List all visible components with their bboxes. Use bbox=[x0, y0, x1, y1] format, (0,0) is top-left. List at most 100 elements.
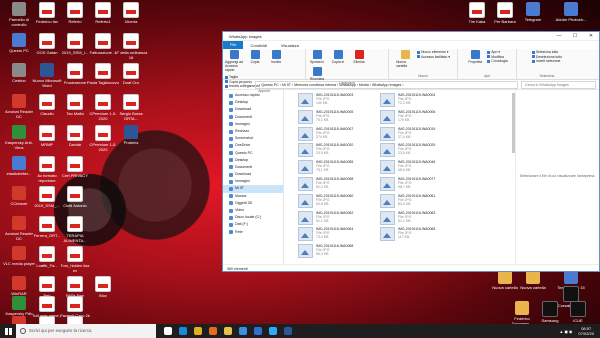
close-button[interactable]: ✕ bbox=[583, 33, 599, 39]
paste-button[interactable]: Incolla bbox=[267, 50, 285, 64]
start-button[interactable] bbox=[0, 324, 16, 338]
copy-button[interactable]: Copia bbox=[246, 50, 264, 64]
nav-item[interactable]: Rete bbox=[223, 229, 283, 236]
desktop-icon[interactable]: iCUE bbox=[561, 301, 595, 323]
nav-item[interactable]: Documenti bbox=[223, 114, 283, 121]
nav-item[interactable]: Immagini bbox=[223, 178, 283, 185]
nav-item[interactable]: Download bbox=[223, 171, 283, 178]
file-item[interactable]: IMG-20191116-WA0062 File JPG 51,1 KB bbox=[298, 210, 376, 228]
desktop-icon[interactable]: Tom_hidden liaz ex bbox=[58, 246, 92, 273]
file-item[interactable]: IMG-20191116-WA0061 File JPG 83,5 KB bbox=[380, 193, 458, 211]
desktop-icon[interactable]: Sergio Borsa ORTA... bbox=[114, 94, 148, 121]
desktop-icon[interactable]: Cert PRIVACY bbox=[58, 156, 92, 178]
maximize-button[interactable]: ☐ bbox=[567, 33, 583, 39]
nav-item[interactable]: Oggetti 3D bbox=[223, 200, 283, 207]
desktop-icon[interactable]: Doaf Oro bbox=[114, 63, 148, 85]
nav-item[interactable]: Dati (F:) bbox=[223, 221, 283, 228]
desktop-icon[interactable]: Blox bbox=[86, 276, 120, 298]
copy-to-button[interactable]: Copia in bbox=[329, 50, 347, 64]
file-item[interactable]: IMG-20191115-WA0020 File JPG 23,5 KB bbox=[298, 143, 376, 160]
nav-item[interactable]: Rechazo bbox=[223, 128, 283, 135]
easy-access-button[interactable]: Accesso facilitato ▾ bbox=[417, 55, 450, 60]
file-item[interactable]: IMG-20191115-WA0007 File JPG 274 KB bbox=[298, 126, 376, 144]
clock[interactable]: 08:57 07/02/20 bbox=[578, 326, 594, 336]
file-item[interactable]: IMG-20191116-WA0068 File JPG 56,9 KB bbox=[298, 244, 376, 261]
file-item[interactable]: IMG-20191115-WA0060 File JPG 63,6 KB bbox=[298, 193, 376, 211]
desktop-icon[interactable]: TERAPIA ALIMENTA... bbox=[58, 216, 92, 243]
pdf-file-icon bbox=[39, 296, 55, 312]
pin-quick-access-button[interactable]: Aggiungi ad Accesso rapido bbox=[225, 50, 243, 72]
desktop-icon[interactable]: Proteins bbox=[114, 125, 148, 145]
firefox-icon[interactable] bbox=[209, 327, 217, 335]
nav-item[interactable]: Disco locale (C:) bbox=[223, 214, 283, 221]
address-bar[interactable]: › Questo PC › Mi 9T › Memoria condivisa … bbox=[255, 80, 518, 89]
nav-item[interactable]: Download bbox=[223, 106, 283, 113]
nav-item-icon bbox=[229, 107, 233, 112]
nav-item[interactable]: Accesso rapido bbox=[223, 92, 283, 99]
file-item[interactable]: IMG-20191115-WA0077 File JPG 98,7 KB bbox=[380, 176, 458, 194]
chrome-icon[interactable] bbox=[194, 327, 202, 335]
pdf-file-icon bbox=[39, 246, 55, 262]
delete-button[interactable]: Elimina bbox=[350, 50, 368, 64]
file-item[interactable]: IMG-20191115-WA0058 File JPG 81,2 KB bbox=[298, 176, 376, 194]
taskbar-search[interactable]: Scrivi qui per eseguire la ricerca bbox=[16, 324, 156, 338]
nav-item[interactable]: Immagini bbox=[223, 121, 283, 128]
file-item[interactable]: IMG-20191115-WA0003 File JPG 140 KB bbox=[298, 93, 376, 110]
nav-item-label: Questo PC bbox=[235, 150, 253, 155]
nav-item[interactable]: OneDrive bbox=[223, 142, 283, 149]
minimize-button[interactable]: — bbox=[551, 33, 567, 39]
file-item[interactable]: IMG-20191115-WA0029 File JPG 23,5 KB bbox=[380, 143, 458, 160]
properties-button[interactable]: Proprietà bbox=[466, 50, 484, 64]
file-item[interactable]: IMG-20191116-WA0064 File JPG 73,4 KB bbox=[298, 227, 376, 244]
word-icon[interactable] bbox=[284, 327, 292, 335]
desktop-icon[interactable]: Pazienti Cacc 2k bbox=[58, 296, 92, 318]
app-icon bbox=[12, 276, 26, 290]
nav-item[interactable]: Mi 9T bbox=[223, 185, 283, 193]
mail-icon[interactable] bbox=[254, 327, 262, 335]
nav-item[interactable]: Desktop bbox=[223, 99, 283, 106]
desktop-icon[interactable]: Ciotti Antonio bbox=[58, 186, 92, 208]
file-item[interactable]: IMG-20191115-WA0005 File JPG 75,1 KB bbox=[298, 109, 376, 127]
tab-file[interactable]: File bbox=[223, 41, 244, 49]
app-icon bbox=[12, 125, 26, 139]
nav-item[interactable]: Screenshot bbox=[223, 135, 283, 142]
pdf-file-icon bbox=[67, 2, 83, 18]
photoshop-icon[interactable] bbox=[269, 327, 277, 335]
rename-button[interactable]: Rinomina bbox=[308, 67, 326, 81]
store-icon[interactable] bbox=[239, 327, 247, 335]
nav-arrows[interactable]: ← → ↑ bbox=[223, 82, 252, 88]
explorer-icon[interactable] bbox=[224, 327, 232, 335]
desktop-icon[interactable]: Adobe Photosh... bbox=[554, 2, 588, 22]
desktop-icon-label: Fatturazione ... bbox=[89, 50, 117, 55]
tab-share[interactable]: Condividi bbox=[243, 43, 273, 48]
file-item[interactable]: IMG-20191115-WA0004 File JPG 72,3 KB bbox=[380, 93, 458, 110]
tab-view[interactable]: Visualizza bbox=[274, 43, 306, 48]
tray-icons[interactable]: ▲ ◼ ◉ bbox=[559, 329, 572, 334]
desktop-icon[interactable]: N° della ordinanza 18 bbox=[114, 33, 148, 60]
desktop-icon[interactable]: Nuova cartella bbox=[516, 270, 550, 290]
file-item[interactable]: IMG-20191115-WA0046 File JPG 68,6 KB bbox=[380, 160, 458, 177]
search-input[interactable]: Cerca in WhatsApp Images bbox=[521, 80, 596, 89]
file-item[interactable]: IMG-20191115-WA0019 File JPG 27,4 KB bbox=[380, 126, 458, 144]
file-item[interactable]: IMG-20191115-WA0055 File JPG 75,1 KB bbox=[298, 160, 376, 177]
nav-item[interactable]: Documenti bbox=[223, 164, 283, 171]
nav-item[interactable]: Musica bbox=[223, 193, 283, 200]
navigation-pane: Accesso rapido Desktop Download Documenti Im… bbox=[223, 90, 284, 264]
nav-item[interactable]: Video bbox=[223, 207, 283, 214]
history-button[interactable]: Cronologia bbox=[487, 59, 508, 64]
move-to-button[interactable]: Sposta in bbox=[308, 50, 326, 64]
nav-item[interactable]: Questo PC bbox=[223, 150, 283, 157]
file-explorer-window[interactable]: WhatsApp Images — ☐ ✕ File Condividi Vis… bbox=[222, 31, 600, 272]
desktop-icon[interactable]: Telegram bbox=[516, 2, 550, 22]
task-view-icon[interactable] bbox=[164, 327, 172, 335]
edge-icon[interactable] bbox=[179, 327, 187, 335]
nav-item[interactable]: Desktop bbox=[223, 157, 283, 164]
new-folder-button[interactable]: Nuova cartella bbox=[396, 50, 414, 68]
file-item[interactable]: IMG-20191116-WA0063 File JPG 51,1 KB bbox=[380, 210, 458, 228]
invert-selection-button[interactable]: Inverti selezione bbox=[531, 59, 562, 64]
desktop-icon[interactable]: Ulcerta bbox=[114, 2, 148, 24]
title-bar[interactable]: WhatsApp Images — ☐ ✕ bbox=[223, 32, 599, 41]
file-item[interactable]: IMG-20191116-WA0065 File JPG 117 KB bbox=[380, 227, 458, 244]
file-item[interactable]: IMG-20191115-WA0006 File JPG 179 KB bbox=[380, 109, 458, 127]
image-file-icon bbox=[298, 143, 313, 158]
